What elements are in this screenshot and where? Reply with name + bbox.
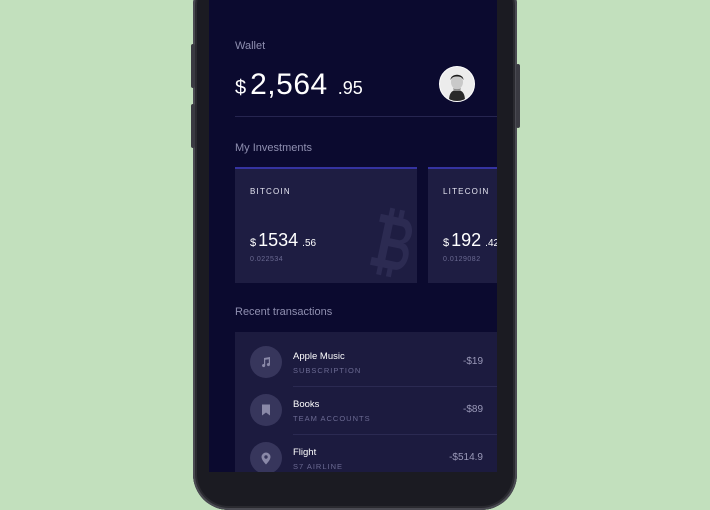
transaction-name: Apple Music [293, 351, 345, 362]
power-button [516, 64, 520, 128]
transaction-row-apple-music[interactable]: Apple Music SUBSCRIPTION -$19 [235, 332, 497, 380]
investments-title: My Investments [235, 142, 313, 154]
transaction-subtitle: S7 AIRLINE [293, 462, 344, 471]
coin-name: BITCOIN [250, 187, 291, 196]
volume-up-button [191, 44, 195, 88]
transaction-subtitle: TEAM ACCOUNTS [293, 414, 371, 423]
bitcoin-icon [369, 207, 412, 278]
transaction-amount: -$19 [462, 356, 483, 367]
transaction-amount: -$89 [462, 404, 483, 415]
coin-amount: 0.0129082 [443, 256, 481, 263]
coin-currency: $ [250, 237, 257, 249]
coin-value-decimal: .42 [485, 238, 497, 249]
transaction-icon [250, 394, 282, 426]
coin-name: LITECOIN [443, 187, 490, 196]
transaction-subtitle: SUBSCRIPTION [293, 366, 362, 375]
transaction-name: Flight [293, 447, 317, 458]
coin-value-integer: 1534 [258, 230, 299, 250]
header-divider [235, 116, 497, 117]
investment-card-bitcoin[interactable]: BITCOIN $ 1534 .56 0.022534 [235, 167, 417, 283]
volume-down-button [191, 104, 195, 148]
location-pin-icon [261, 452, 271, 464]
balance-currency: $ [235, 77, 247, 99]
transaction-row-books[interactable]: Books TEAM ACCOUNTS -$89 [235, 380, 497, 428]
coin-amount: 0.022534 [250, 256, 284, 263]
coin-currency: $ [443, 237, 450, 249]
transaction-row-flight[interactable]: Flight S7 AIRLINE -$514.9 [235, 428, 497, 472]
music-note-icon [262, 357, 271, 368]
app-screen: Wallet $ 2,564 .95 My Investments BITCOI… [209, 0, 497, 472]
coin-value: $ 1534 .56 [250, 230, 316, 251]
transactions-title: Recent transactions [235, 306, 333, 318]
transaction-icon [250, 442, 282, 472]
coin-value: $ 192 .42 [443, 230, 497, 251]
transaction-icon [250, 346, 282, 378]
balance-integer: 2,564 [250, 68, 328, 101]
balance-decimal: .95 [337, 78, 363, 98]
investment-card-litecoin[interactable]: LITECOIN $ 192 .42 0.0129082 [428, 167, 497, 283]
user-portrait-icon [440, 67, 474, 101]
transaction-amount: -$514.9 [449, 452, 483, 463]
wallet-balance: $ 2,564 .95 [235, 68, 363, 102]
transaction-name: Books [293, 399, 320, 410]
avatar[interactable] [439, 66, 475, 102]
coin-value-decimal: .56 [302, 238, 317, 249]
bookmark-icon [262, 404, 270, 416]
transactions-list: Apple Music SUBSCRIPTION -$19 Books TEAM… [235, 332, 497, 472]
wallet-label: Wallet [235, 40, 266, 52]
coin-value-integer: 192 [451, 230, 482, 250]
